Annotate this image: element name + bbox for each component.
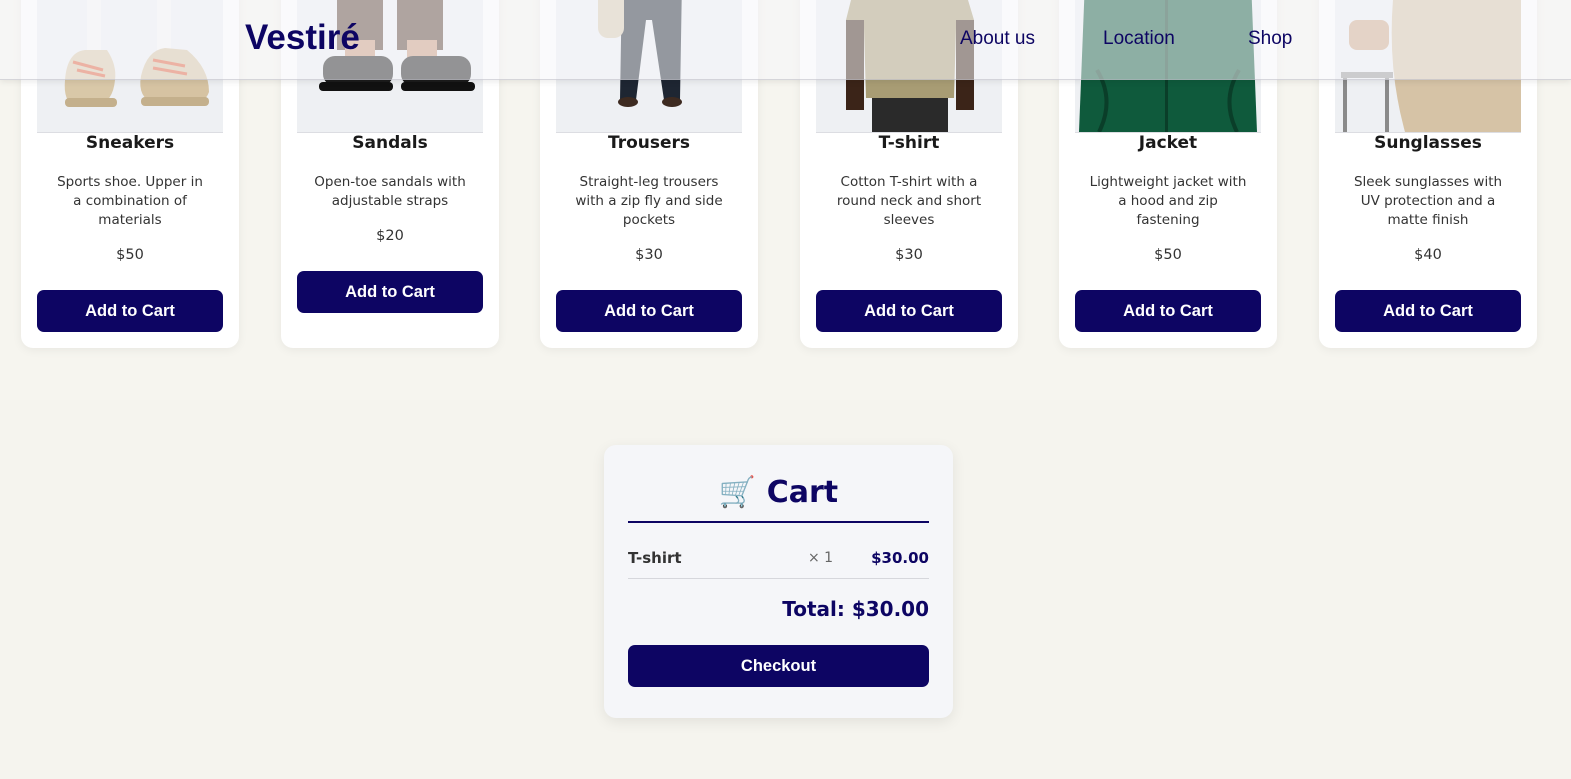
product-description: Sleek sunglasses with UV protection and … <box>1353 174 1503 228</box>
product-price: $30 <box>895 247 923 263</box>
cart-item-quantity: × 1 <box>808 550 834 566</box>
product-description: Cotton T-shirt with a round neck and sho… <box>836 174 982 228</box>
add-to-cart-button-tshirt[interactable]: Add to Cart <box>816 290 1002 332</box>
product-name: Sandals <box>352 133 428 153</box>
add-to-cart-button-sandals[interactable]: Add to Cart <box>297 271 483 313</box>
add-to-cart-button-sneakers[interactable]: Add to Cart <box>37 290 223 332</box>
product-description: Lightweight jacket with a hood and zip f… <box>1089 174 1247 228</box>
product-description: Open-toe sandals with adjustable straps <box>314 174 466 209</box>
product-description: Sports shoe. Upper in a combination of m… <box>57 174 203 228</box>
cart-item-row: T-shirt × 1 $30.00 <box>628 545 929 579</box>
product-price: $40 <box>1414 247 1442 263</box>
product-price: $50 <box>116 247 144 263</box>
product-price: $20 <box>376 228 404 244</box>
cart-title-label: Cart <box>766 475 839 510</box>
product-name: T-shirt <box>878 133 940 153</box>
cart-panel: 🛒 Cart T-shirt × 1 $30.00 Total: $30.00 … <box>604 445 953 718</box>
product-name: Jacket <box>1138 133 1198 153</box>
cart-icon: 🛒 <box>718 475 757 510</box>
add-to-cart-button-trousers[interactable]: Add to Cart <box>556 290 742 332</box>
checkout-button[interactable]: Checkout <box>628 645 929 687</box>
product-price: $50 <box>1154 247 1182 263</box>
product-description: Straight-leg trousers with a zip fly and… <box>575 174 723 228</box>
site-header: Vestiré About us Location Shop <box>0 0 1571 80</box>
nav-shop[interactable]: Shop <box>1248 28 1292 50</box>
product-name: Trousers <box>607 133 691 153</box>
cart-title: 🛒 Cart <box>628 475 929 523</box>
cart-total: Total: $30.00 <box>782 597 929 621</box>
product-name: Sneakers <box>85 133 175 153</box>
nav-location[interactable]: Location <box>1103 28 1175 50</box>
add-to-cart-button-jacket[interactable]: Add to Cart <box>1075 290 1261 332</box>
product-name: Sunglasses <box>1374 133 1482 153</box>
cart-item-price: $30.00 <box>871 549 929 567</box>
add-to-cart-button-sunglasses[interactable]: Add to Cart <box>1335 290 1521 332</box>
site-logo[interactable]: Vestiré <box>245 18 360 58</box>
nav-about-us[interactable]: About us <box>960 28 1035 50</box>
cart-item-name: T-shirt <box>628 549 682 567</box>
product-price: $30 <box>635 247 663 263</box>
